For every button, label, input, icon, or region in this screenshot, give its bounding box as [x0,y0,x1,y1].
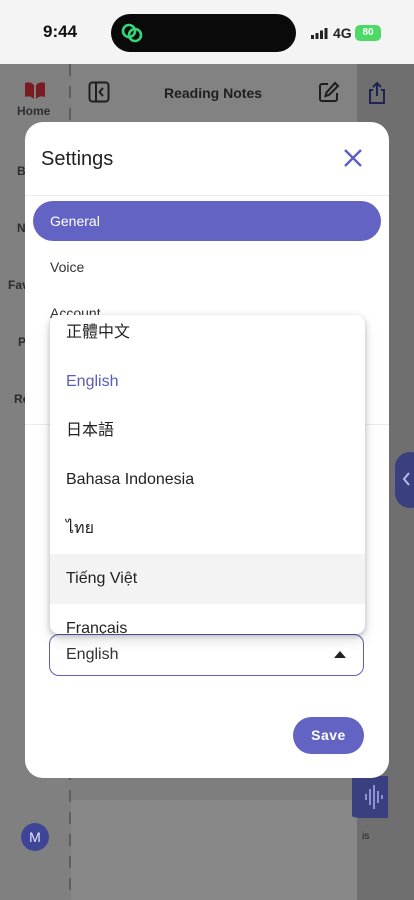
save-button[interactable]: Save [293,717,364,754]
caret-up-icon[interactable] [334,651,346,658]
voice-waveform-icon [352,776,388,818]
language-option[interactable]: Français [50,604,365,634]
language-option[interactable]: Bahasa Indonesia [50,455,365,505]
close-icon[interactable] [341,146,365,170]
edit-icon [319,81,340,102]
app-logo-icon [25,82,45,99]
background-page-title: Reading Notes [164,85,263,101]
language-option[interactable]: 日本語 [50,406,365,456]
battery-icon: 80 [355,25,381,41]
avatar-initial: M [29,829,41,845]
nav-item-label: General [50,213,100,229]
share-icon [369,81,385,104]
status-bar: 9:44 4G 80 [0,0,414,64]
language-option[interactable]: Tiếng Việt [50,554,365,604]
nav-item-general[interactable]: General [33,201,381,241]
sidebar-home-label: Home [17,104,51,118]
battery-level: 80 [362,27,374,38]
dialog-title: Settings [41,148,114,170]
link-app-icon [121,23,143,43]
language-menu: 正體中文 English 日本語 Bahasa Indonesia ไทย Ti… [50,315,365,634]
avatar: M [21,823,49,851]
language-option-selected[interactable]: English [50,357,365,407]
nav-item-label: Voice [50,259,85,275]
sidebar-toggle-icon [88,81,110,103]
nav-item-voice[interactable]: Voice [33,247,381,287]
language-select-value: English [66,646,119,663]
language-option[interactable]: 正體中文 [50,315,365,358]
dynamic-island [111,14,296,52]
voice-label: is [362,831,370,842]
status-time: 9:44 [43,22,78,41]
chevron-left-icon [402,472,410,486]
language-option[interactable]: ไทย [50,504,365,554]
background-footer [71,800,357,900]
language-select[interactable]: English [49,634,364,676]
network-label: 4G [333,25,352,41]
signal-icon [311,28,328,39]
dialog-divider [25,195,389,196]
